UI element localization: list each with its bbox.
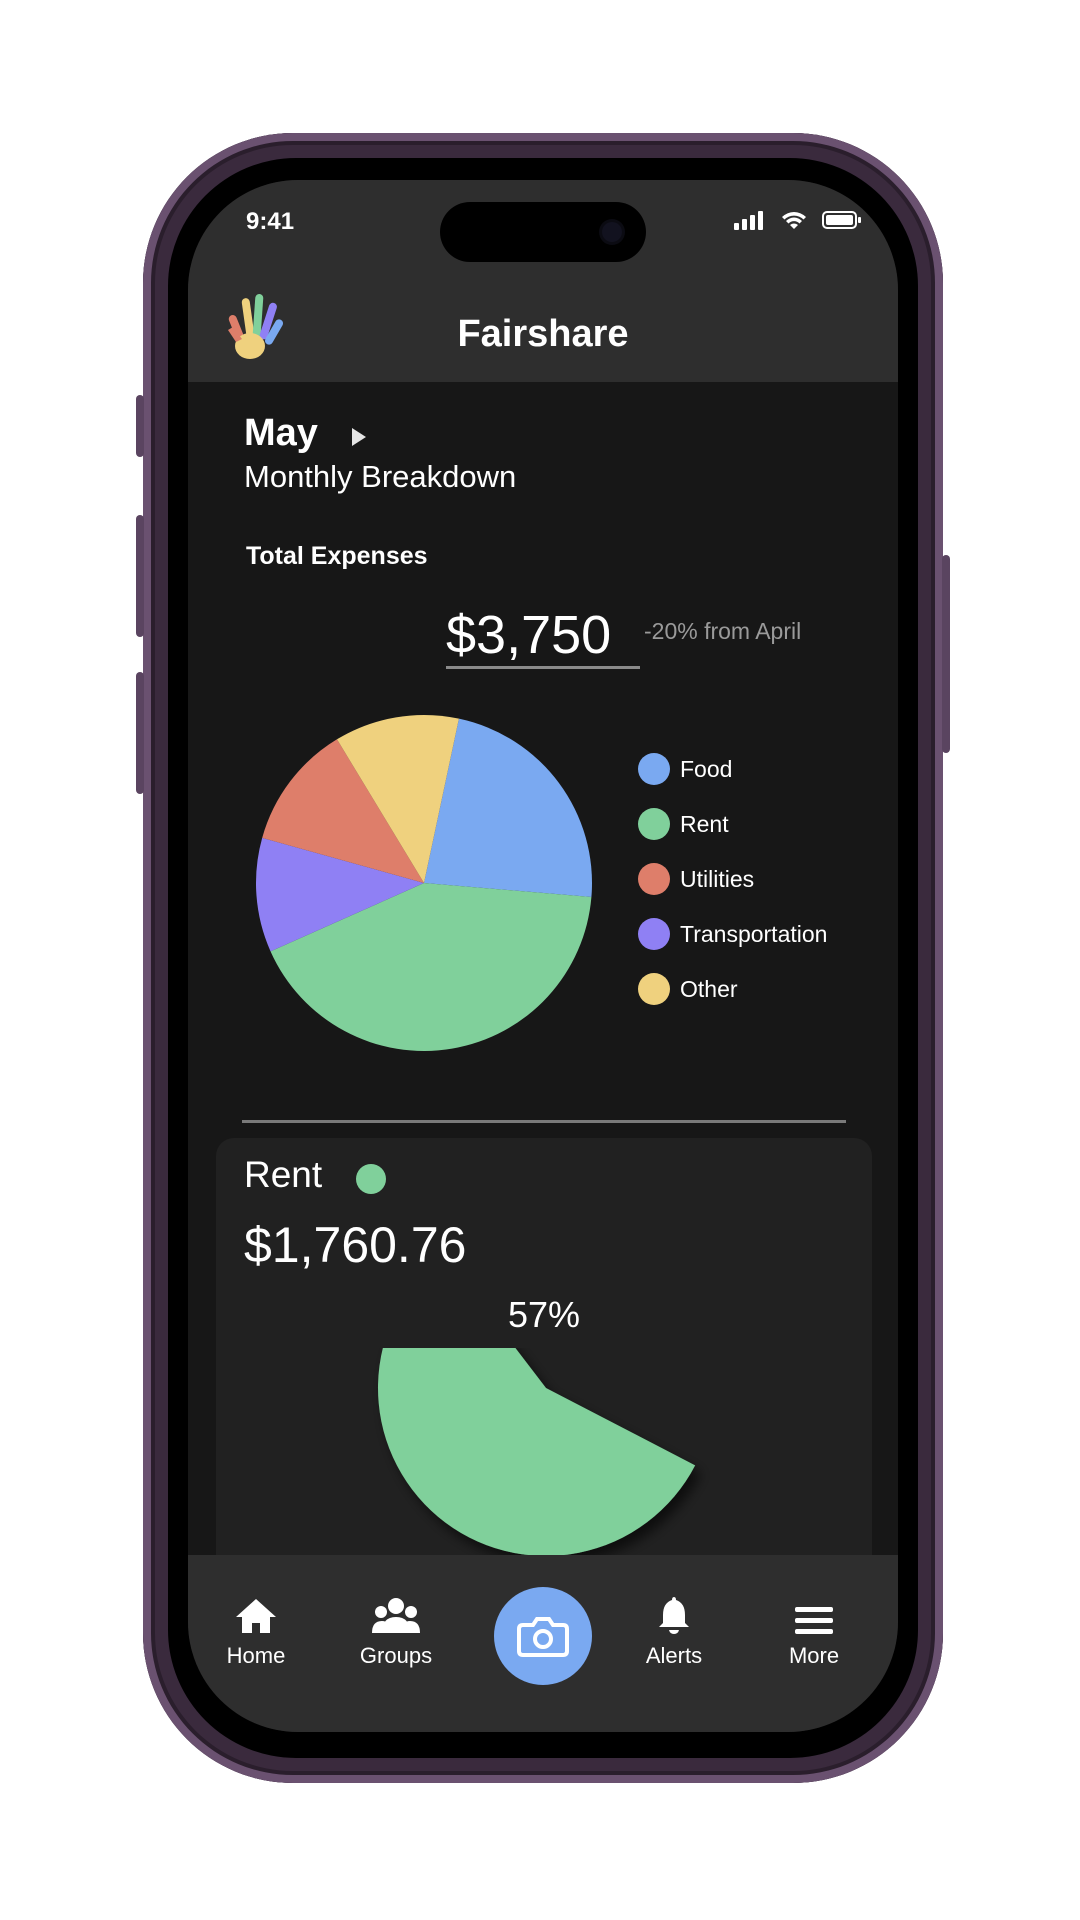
tab-more-label: More: [788, 1643, 840, 1668]
total-expenses-label: Total Expenses: [246, 542, 428, 570]
legend-dot: [638, 753, 670, 785]
month-change-text: -20% from April: [644, 618, 802, 644]
front-camera: [602, 222, 622, 242]
home-icon: [236, 1599, 276, 1633]
bottom-tab-bar: Home Groups Alerts More: [188, 1555, 898, 1732]
status-time: 9:41: [246, 208, 295, 235]
app-title: Fairshare: [457, 313, 629, 355]
camera-icon: [517, 1617, 569, 1657]
status-icons: [734, 210, 862, 230]
legend-dot: [638, 808, 670, 840]
breakdown-subtitle: Monthly Breakdown: [244, 459, 517, 494]
app-screen: 9:41 Fairshare May Monthly Breakdown Tot…: [188, 180, 898, 1732]
expenses-pie-chart[interactable]: [254, 713, 594, 1053]
tab-alerts[interactable]: Alerts: [614, 1591, 734, 1669]
power-button: [942, 555, 950, 753]
legend-item-other[interactable]: Other: [638, 973, 738, 1005]
detail-slice-chart: [378, 1348, 696, 1556]
legend-dot: [638, 918, 670, 950]
total-underline: [446, 666, 640, 669]
legend-item-transportation[interactable]: Transportation: [638, 918, 827, 950]
section-divider: [242, 1120, 846, 1123]
legend-label: Rent: [680, 810, 729, 837]
tab-home-label: Home: [226, 1643, 286, 1668]
legend-item-utilities[interactable]: Utilities: [638, 863, 754, 895]
bell-icon: [659, 1597, 689, 1634]
legend-label: Utilities: [680, 865, 755, 892]
tab-more[interactable]: More: [754, 1591, 874, 1669]
menu-icon: [795, 1607, 833, 1634]
detail-category-name: Rent: [244, 1154, 323, 1195]
next-month-icon[interactable]: [352, 428, 366, 446]
detail-percent-label: 57%: [508, 1294, 581, 1335]
battery-icon: [822, 211, 861, 229]
legend-item-rent[interactable]: Rent: [638, 808, 729, 840]
category-detail-card[interactable]: Rent $1,760.76 57%: [216, 1138, 872, 1578]
dynamic-island: [440, 202, 646, 262]
total-expenses-amount: $3,750: [446, 605, 612, 665]
volume-up-button: [136, 515, 144, 637]
camera-button[interactable]: [494, 1587, 592, 1685]
detail-slice: [378, 1348, 696, 1556]
tab-alerts-label: Alerts: [645, 1643, 703, 1668]
month-label: May: [244, 412, 318, 454]
legend-label: Food: [680, 755, 733, 782]
wifi-icon: [782, 212, 806, 229]
legend-label: Other: [680, 975, 738, 1002]
legend-item-food[interactable]: Food: [638, 753, 732, 785]
action-button: [136, 395, 144, 457]
signal-icon: [734, 211, 763, 230]
legend-dot: [638, 973, 670, 1005]
legend-label: Transportation: [680, 920, 828, 947]
tab-groups-label: Groups: [359, 1643, 433, 1668]
tab-home[interactable]: Home: [196, 1591, 316, 1669]
tab-groups[interactable]: Groups: [336, 1591, 456, 1669]
legend-dot: [638, 863, 670, 895]
volume-down-button: [136, 672, 144, 794]
groups-icon: [372, 1598, 420, 1633]
detail-color-dot: [356, 1164, 386, 1194]
detail-amount: $1,760.76: [244, 1217, 467, 1273]
